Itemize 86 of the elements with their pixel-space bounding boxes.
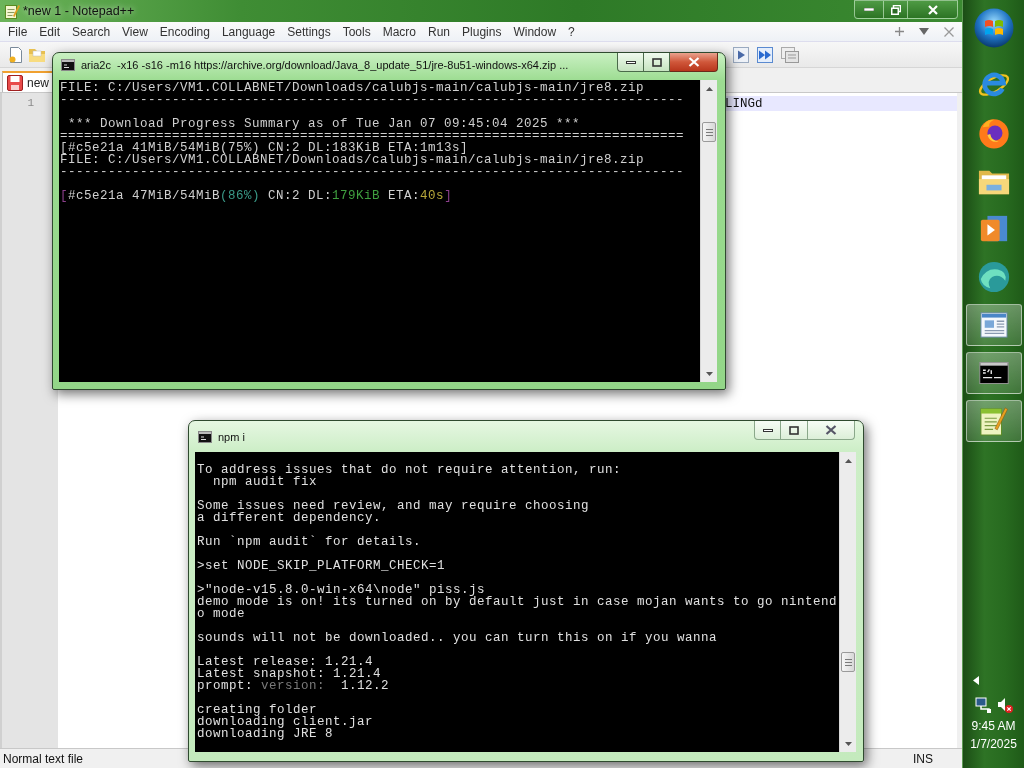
console-icon (61, 59, 75, 71)
scroll-down-icon[interactable] (705, 371, 713, 376)
console-line: FILE: C:/Users/VM1.COLLABNET/Downloads/calubjs-main/calubjs-main/jre8.zip (60, 154, 646, 166)
close-icon (825, 425, 837, 435)
insert-mode-label: INS (913, 751, 933, 766)
console-line: >set NODE_SKIP_PLATFORM_CHECK=1 (197, 560, 447, 572)
console-line: a different dependency. (197, 512, 382, 524)
network-icon[interactable] (974, 697, 991, 713)
console-line: To address issues that do not require attention, run: (197, 464, 623, 476)
close-icon[interactable] (944, 26, 954, 37)
console-line: sounds will not be downloaded.. you can turn this on if you wanna (197, 632, 719, 644)
taskbar-button[interactable] (965, 304, 1022, 346)
scroll-thumb[interactable] (702, 122, 716, 142)
console-line: Some issues need review, and may require choosing (197, 500, 591, 512)
window-icon[interactable] (979, 312, 1008, 338)
console-line: ============================================================================== (60, 130, 686, 142)
menu-item[interactable]: Encoding (153, 24, 216, 39)
editor-text: LINGd (725, 96, 763, 111)
scrollbar[interactable] (700, 80, 717, 382)
restore-button[interactable] (884, 0, 908, 19)
console-line: [#c5e21a 47MiB/54MiB(86%) CN:2 DL:179KiB ETA:40s] (60, 190, 454, 202)
menu-item[interactable]: Search (66, 24, 117, 39)
console-line: FILE: C:/Users/VM1.COLLABNET/Downloads/calubjs-main/calubjs-main/jre8.zip (60, 82, 646, 94)
new-file-icon[interactable] (8, 46, 24, 63)
console-line: ------------------------------------------------------------------------------ (60, 94, 686, 106)
play-icon[interactable] (733, 46, 749, 63)
muted-speaker-icon[interactable] (996, 697, 1013, 713)
menu-item[interactable]: Plugins (456, 24, 508, 39)
window-title: npm i (218, 430, 245, 443)
clock-time[interactable]: 9:45 AM (971, 718, 1016, 734)
console-line: Run `npm audit` for details. (197, 536, 423, 548)
window-title: *new 1 - Notepad++ (23, 4, 135, 18)
maximize-icon (651, 57, 662, 67)
wave-logo-icon[interactable] (976, 260, 1011, 294)
editor-tab[interactable]: new (2, 71, 54, 92)
maximize-icon (789, 425, 799, 435)
macro-list-icon[interactable] (781, 46, 799, 63)
plus-icon[interactable] (895, 27, 904, 36)
notepad-pen-icon (4, 3, 20, 19)
menu-item[interactable]: Edit (33, 24, 67, 39)
menu-item[interactable]: ? (562, 24, 581, 39)
menu-item[interactable]: Tools (336, 24, 377, 39)
menu-item[interactable]: Window (507, 24, 563, 39)
minimize-icon (625, 60, 636, 64)
close-button[interactable] (670, 53, 718, 72)
close-icon (927, 4, 938, 15)
console-line: creating folder (197, 704, 318, 716)
console-line: o mode (197, 608, 246, 620)
menu-item[interactable]: View (116, 24, 154, 39)
console-line: prompt: version: 1.12.2 (197, 680, 391, 692)
file-type-label: Normal text file (2, 751, 84, 766)
console-line: Latest snapshot: 1.21.4 (197, 668, 382, 680)
console-line: downloading JRE 8 (197, 728, 334, 740)
caret-down-icon[interactable] (919, 28, 929, 35)
clock-date[interactable]: 1/7/2025 (970, 736, 1017, 752)
menu-item[interactable]: Run (422, 24, 457, 39)
scroll-up-icon[interactable] (705, 86, 713, 91)
console-line: downloading client.jar (197, 716, 375, 728)
taskbar-button[interactable] (965, 352, 1022, 394)
menu-item[interactable]: Macro (376, 24, 422, 39)
menu-item[interactable]: File (2, 24, 34, 39)
restore-icon (890, 4, 901, 15)
fast-forward-icon[interactable] (757, 46, 773, 63)
close-icon (687, 57, 700, 67)
minimize-icon (762, 428, 773, 432)
console-line: demo mode is on! its turned on by default just in case mojan wants to go nintend (197, 596, 839, 608)
line-number: 1 (26, 96, 35, 111)
menu-item[interactable]: Language (215, 24, 282, 39)
window-title: aria2c -x16 -s16 -m16 https://archive.org/download/Java_8_update_51/jre-8u51-windows-x64.zip ... (81, 59, 569, 71)
console-icon (198, 430, 212, 443)
maximize-button[interactable] (644, 53, 670, 72)
console-line: [#c5e21a 41MiB/54MiB(75%) CN:2 DL:183KiB ETA:1m13s] (60, 142, 469, 154)
notepad-pen-icon[interactable] (979, 406, 1008, 436)
minimize-icon (864, 8, 874, 11)
console-line: >"node-v15.8.0-win-x64\node" piss.js (197, 584, 486, 596)
play-tile-icon[interactable] (978, 214, 1009, 244)
start-orb-icon[interactable] (973, 8, 1014, 48)
menu-item[interactable]: Settings (281, 24, 337, 39)
tray-arrow-icon[interactable] (973, 676, 979, 685)
console-line: ------------------------------------------------------------------------------ (60, 166, 686, 178)
console-icon[interactable] (978, 362, 1009, 384)
minimize-button[interactable] (617, 53, 644, 72)
console-line: npm audit fix (212, 476, 319, 488)
console-line: *** Download Progress Summary as of Tue Jan 07 09:45:04 2025 *** (67, 118, 582, 130)
fox-logo-icon[interactable] (976, 116, 1011, 150)
console-line: Latest release: 1.21.4 (197, 656, 374, 668)
